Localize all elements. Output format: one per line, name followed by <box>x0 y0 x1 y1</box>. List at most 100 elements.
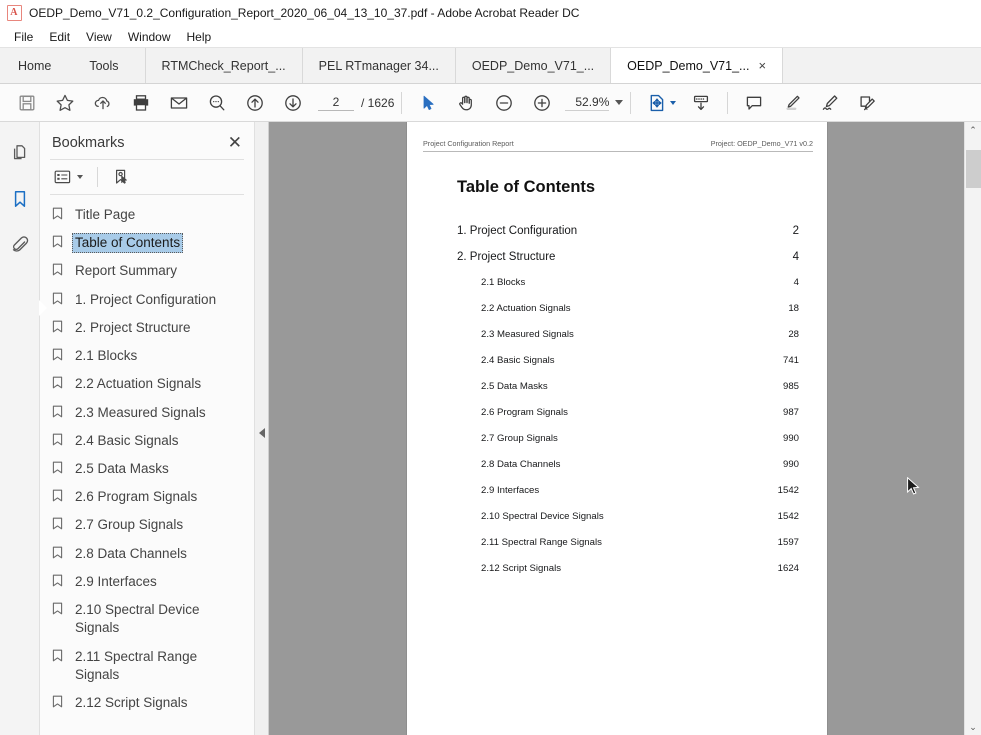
toc-entry[interactable]: 2.2 Actuation Signals 18 <box>457 303 799 329</box>
print-icon[interactable] <box>122 88 160 118</box>
document-viewer[interactable]: Project Configuration Report Project: OE… <box>269 122 981 735</box>
toc-entry[interactable]: 2.5 Data Masks 985 <box>457 381 799 407</box>
toc-entry[interactable]: 2.10 Spectral Device Signals 1542 <box>457 511 799 537</box>
bookmark-item-report-summary[interactable]: Report Summary <box>40 257 254 285</box>
bookmark-icon <box>52 517 63 535</box>
tab-tools-label: Tools <box>89 59 118 73</box>
fit-page-dropdown-icon[interactable] <box>670 101 676 105</box>
toc-entry[interactable]: 2. Project Structure 4 <box>457 251 799 277</box>
bookmark-item-actuation-signals[interactable]: 2.2 Actuation Signals <box>40 370 254 398</box>
star-icon[interactable] <box>46 88 84 118</box>
toc-entry[interactable]: 2.7 Group Signals 990 <box>457 433 799 459</box>
toc-entry[interactable]: 2.12 Script Signals 1624 <box>457 563 799 589</box>
bookmark-item-basic-signals[interactable]: 2.4 Basic Signals <box>40 427 254 455</box>
bookmarks-list[interactable]: Title Page Table of Contents Report Summ… <box>40 195 254 735</box>
menu-item-window[interactable]: Window <box>120 28 179 46</box>
bookmark-icon <box>52 207 63 225</box>
tab-document-oedp-demo-2-active[interactable]: OEDP_Demo_V71_... × <box>611 48 783 83</box>
bookmark-item-spectral-range-signals[interactable]: 2.11 Spectral Range Signals <box>40 643 254 689</box>
zoom-control[interactable]: 52.9% <box>565 95 623 111</box>
bookmark-item-interfaces[interactable]: 2.9 Interfaces <box>40 568 254 596</box>
toc-entry[interactable]: 1. Project Configuration 2 <box>457 225 799 251</box>
document-scroll-area[interactable]: Project Configuration Report Project: OE… <box>269 122 964 735</box>
tab-label: PEL RTmanager 34... <box>319 59 439 73</box>
scroll-down-arrow-icon[interactable]: ⌄ <box>965 719 981 735</box>
bookmark-icon <box>52 574 63 592</box>
toc-entry[interactable]: 2.4 Basic Signals 741 <box>457 355 799 381</box>
tab-document-pel-rtmanager[interactable]: PEL RTmanager 34... <box>303 48 456 83</box>
toc-page-number: 4 <box>794 277 799 288</box>
zoom-in-icon[interactable] <box>523 88 561 118</box>
cursor-arrow-icon[interactable] <box>409 88 447 118</box>
bookmark-label: 2.9 Interfaces <box>72 572 160 592</box>
toc-entry[interactable]: 2.6 Program Signals 987 <box>457 407 799 433</box>
menu-item-file[interactable]: File <box>6 28 41 46</box>
toolbar-divider <box>630 92 631 114</box>
sign-pen-icon[interactable] <box>811 88 849 118</box>
bookmark-item-project-configuration[interactable]: 1. Project Configuration <box>40 286 254 314</box>
bookmark-item-data-masks[interactable]: 2.5 Data Masks <box>40 455 254 483</box>
previous-page-icon[interactable] <box>236 88 274 118</box>
menu-item-edit[interactable]: Edit <box>41 28 78 46</box>
save-icon[interactable] <box>8 88 46 118</box>
bookmark-item-blocks[interactable]: 2.1 Blocks <box>40 342 254 370</box>
bookmark-item-program-signals[interactable]: 2.6 Program Signals <box>40 483 254 511</box>
panel-collapse-handle[interactable] <box>255 122 269 735</box>
bookmark-label: Report Summary <box>72 261 180 281</box>
bookmark-item-table-of-contents[interactable]: Table of Contents <box>40 229 254 257</box>
scroll-up-arrow-icon[interactable]: ⌃ <box>965 122 981 138</box>
scrollbar-track[interactable] <box>965 138 981 719</box>
tab-label: OEDP_Demo_V71_... <box>627 59 749 73</box>
toc-page-number: 1624 <box>778 563 799 574</box>
bookmark-icon <box>52 320 63 338</box>
tab-tools[interactable]: Tools <box>73 48 145 83</box>
tab-document-rtmcheck-report[interactable]: RTMCheck_Report_... <box>146 48 303 83</box>
page-number-input[interactable] <box>318 95 354 111</box>
bookmark-item-group-signals[interactable]: 2.7 Group Signals <box>40 511 254 539</box>
scrollbar-thumb[interactable] <box>966 150 981 188</box>
chevron-down-icon[interactable] <box>77 175 83 179</box>
bookmark-item-data-channels[interactable]: 2.8 Data Channels <box>40 540 254 568</box>
fill-and-sign-icon[interactable] <box>849 88 887 118</box>
toc-entry[interactable]: 2.1 Blocks 4 <box>457 277 799 303</box>
toc-label: 2. Project Structure <box>457 251 555 263</box>
bookmark-item-spectral-device-signals[interactable]: 2.10 Spectral Device Signals <box>40 596 254 642</box>
zoom-out-icon[interactable] <box>485 88 523 118</box>
comment-icon[interactable] <box>735 88 773 118</box>
highlight-pen-icon[interactable] <box>773 88 811 118</box>
bookmark-item-title-page[interactable]: Title Page <box>40 201 254 229</box>
chevron-down-icon[interactable] <box>615 100 623 105</box>
page-thumbnails-icon[interactable] <box>5 138 35 168</box>
menu-item-view[interactable]: View <box>78 28 120 46</box>
close-icon[interactable]: ✕ <box>228 134 242 151</box>
toc-entry[interactable]: 2.11 Spectral Range Signals 1597 <box>457 537 799 563</box>
list-options-icon[interactable] <box>54 166 71 188</box>
toc-entry[interactable]: 2.8 Data Channels 990 <box>457 459 799 485</box>
bookmark-icon <box>52 235 63 253</box>
scroll-down-icon[interactable] <box>682 88 720 118</box>
bookmarks-icon[interactable] <box>5 184 35 214</box>
search-icon[interactable] <box>198 88 236 118</box>
tab-document-oedp-demo-1[interactable]: OEDP_Demo_V71_... <box>456 48 611 83</box>
menu-item-help[interactable]: Help <box>179 28 220 46</box>
vertical-scrollbar[interactable]: ⌃ ⌄ <box>964 122 981 735</box>
next-page-icon[interactable] <box>274 88 312 118</box>
toc-page-number: 1597 <box>778 537 799 548</box>
cloud-upload-icon[interactable] <box>84 88 122 118</box>
attachments-icon[interactable] <box>5 230 35 260</box>
toc-label: 2.1 Blocks <box>481 277 525 288</box>
toc-entry[interactable]: 2.9 Interfaces 1542 <box>457 485 799 511</box>
bookmark-item-project-structure[interactable]: 2. Project Structure <box>40 314 254 342</box>
bookmark-item-script-signals[interactable]: 2.12 Script Signals <box>40 689 254 717</box>
main-toolbar: / 1626 52.9% <box>0 84 981 122</box>
hand-icon[interactable] <box>447 88 485 118</box>
bookmark-item-measured-signals[interactable]: 2.3 Measured Signals <box>40 399 254 427</box>
email-icon[interactable] <box>160 88 198 118</box>
toc-page-number: 4 <box>793 251 799 263</box>
new-bookmark-icon[interactable] <box>112 166 130 188</box>
tab-home[interactable]: Home <box>0 48 73 83</box>
close-icon[interactable]: × <box>758 59 766 72</box>
toc-page-number: 1542 <box>778 511 799 522</box>
toc-entry[interactable]: 2.3 Measured Signals 28 <box>457 329 799 355</box>
bookmark-icon <box>52 263 63 281</box>
